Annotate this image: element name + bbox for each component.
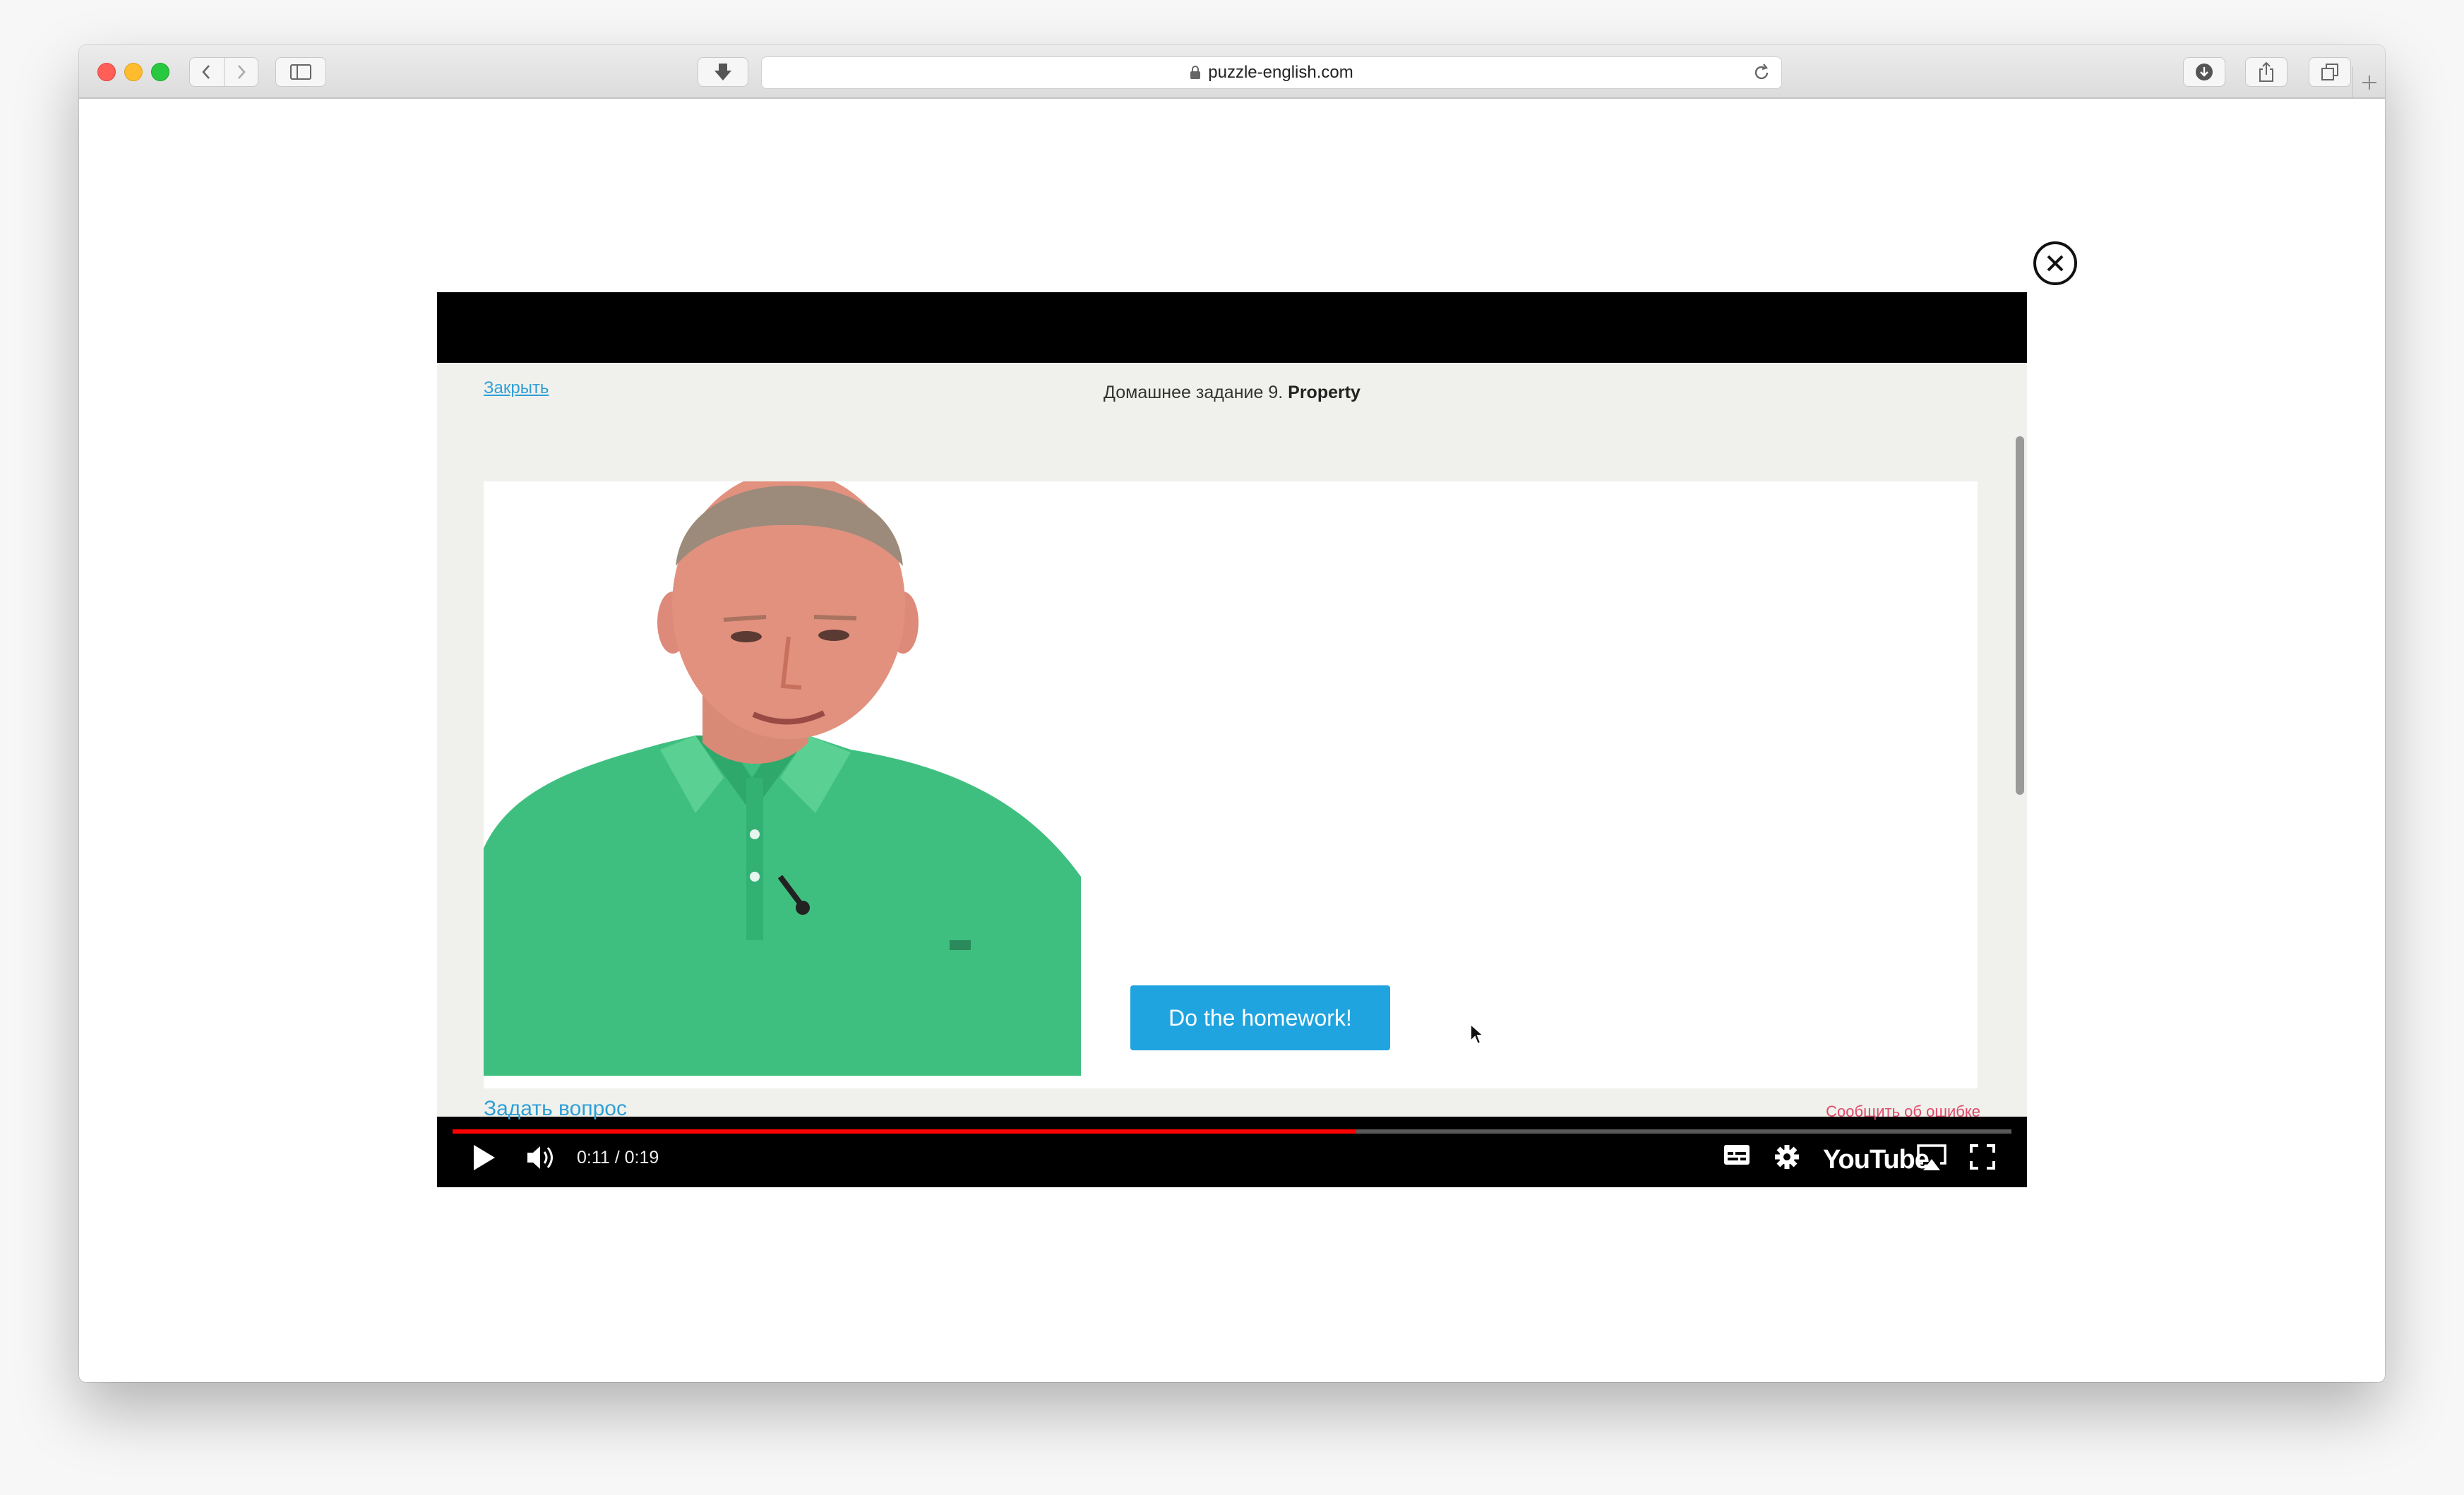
youtube-logo[interactable]: YouTube xyxy=(1823,1145,1930,1175)
subtitles-icon xyxy=(1724,1145,1750,1165)
mute-button[interactable] xyxy=(526,1143,557,1172)
downloads-button[interactable] xyxy=(2183,57,2225,87)
modal-close-button[interactable] xyxy=(2033,241,2077,285)
do-homework-button[interactable]: Do the homework! xyxy=(1130,985,1390,1050)
video-page-scrollbar xyxy=(2016,436,2024,795)
volume-icon xyxy=(527,1146,553,1169)
airplay-button[interactable] xyxy=(1916,1143,1947,1172)
plus-icon xyxy=(2362,76,2376,90)
subtitles-button[interactable] xyxy=(1723,1143,1751,1166)
new-tab-button[interactable] xyxy=(2352,66,2385,99)
download-circle-icon xyxy=(2196,64,2213,80)
airplay-icon xyxy=(1917,1144,1946,1170)
player-controls: 0:11 / 0:19 YouTube xyxy=(437,1117,2027,1187)
share-button[interactable] xyxy=(2245,57,2287,87)
address-bar[interactable]: puzzle-english.com xyxy=(761,56,1782,89)
close-window-button[interactable] xyxy=(97,63,116,81)
lock-icon xyxy=(1190,66,1201,79)
reload-icon[interactable] xyxy=(1752,63,1771,83)
tabs-overview-button[interactable] xyxy=(2309,57,2351,87)
video-frame: Закрыть Домашнее задание 9. Property Do … xyxy=(437,363,2027,1120)
video-player[interactable]: Закрыть Домашнее задание 9. Property Do … xyxy=(437,292,2027,1187)
close-icon xyxy=(2047,255,2064,272)
browser-toolbar: puzzle-english.com xyxy=(79,45,2385,99)
chevron-right-icon xyxy=(238,65,246,79)
homework-title: Домашнее задание 9. Property xyxy=(437,383,2027,403)
playback-time: 0:11 / 0:19 xyxy=(577,1148,659,1167)
share-icon xyxy=(2259,61,2273,82)
sidebar-toggle-button[interactable] xyxy=(275,57,326,87)
tabs-icon xyxy=(2321,64,2338,80)
presenter-image xyxy=(484,481,1081,1076)
play-button[interactable] xyxy=(471,1143,496,1172)
homework-title-prefix: Домашнее задание 9. xyxy=(1104,383,1284,402)
back-button[interactable] xyxy=(190,58,224,86)
fullscreen-icon xyxy=(1970,1144,1995,1170)
forward-button[interactable] xyxy=(223,58,258,86)
url-text: puzzle-english.com xyxy=(1208,63,1353,82)
gear-icon xyxy=(1775,1145,1799,1169)
fullscreen-button[interactable] xyxy=(1969,1143,1996,1170)
homework-title-topic: Property xyxy=(1288,383,1360,402)
mouse-cursor-icon xyxy=(1470,1023,1485,1045)
play-icon xyxy=(474,1145,495,1170)
downloads-shortcut-button[interactable] xyxy=(698,57,748,87)
zoom-window-button[interactable] xyxy=(151,63,169,81)
navigation-buttons xyxy=(189,57,258,87)
chevron-left-icon xyxy=(202,65,210,79)
download-arrow-icon xyxy=(714,64,731,80)
minimize-window-button[interactable] xyxy=(124,63,143,81)
sidebar-icon xyxy=(290,64,311,80)
settings-button[interactable] xyxy=(1774,1143,1800,1170)
